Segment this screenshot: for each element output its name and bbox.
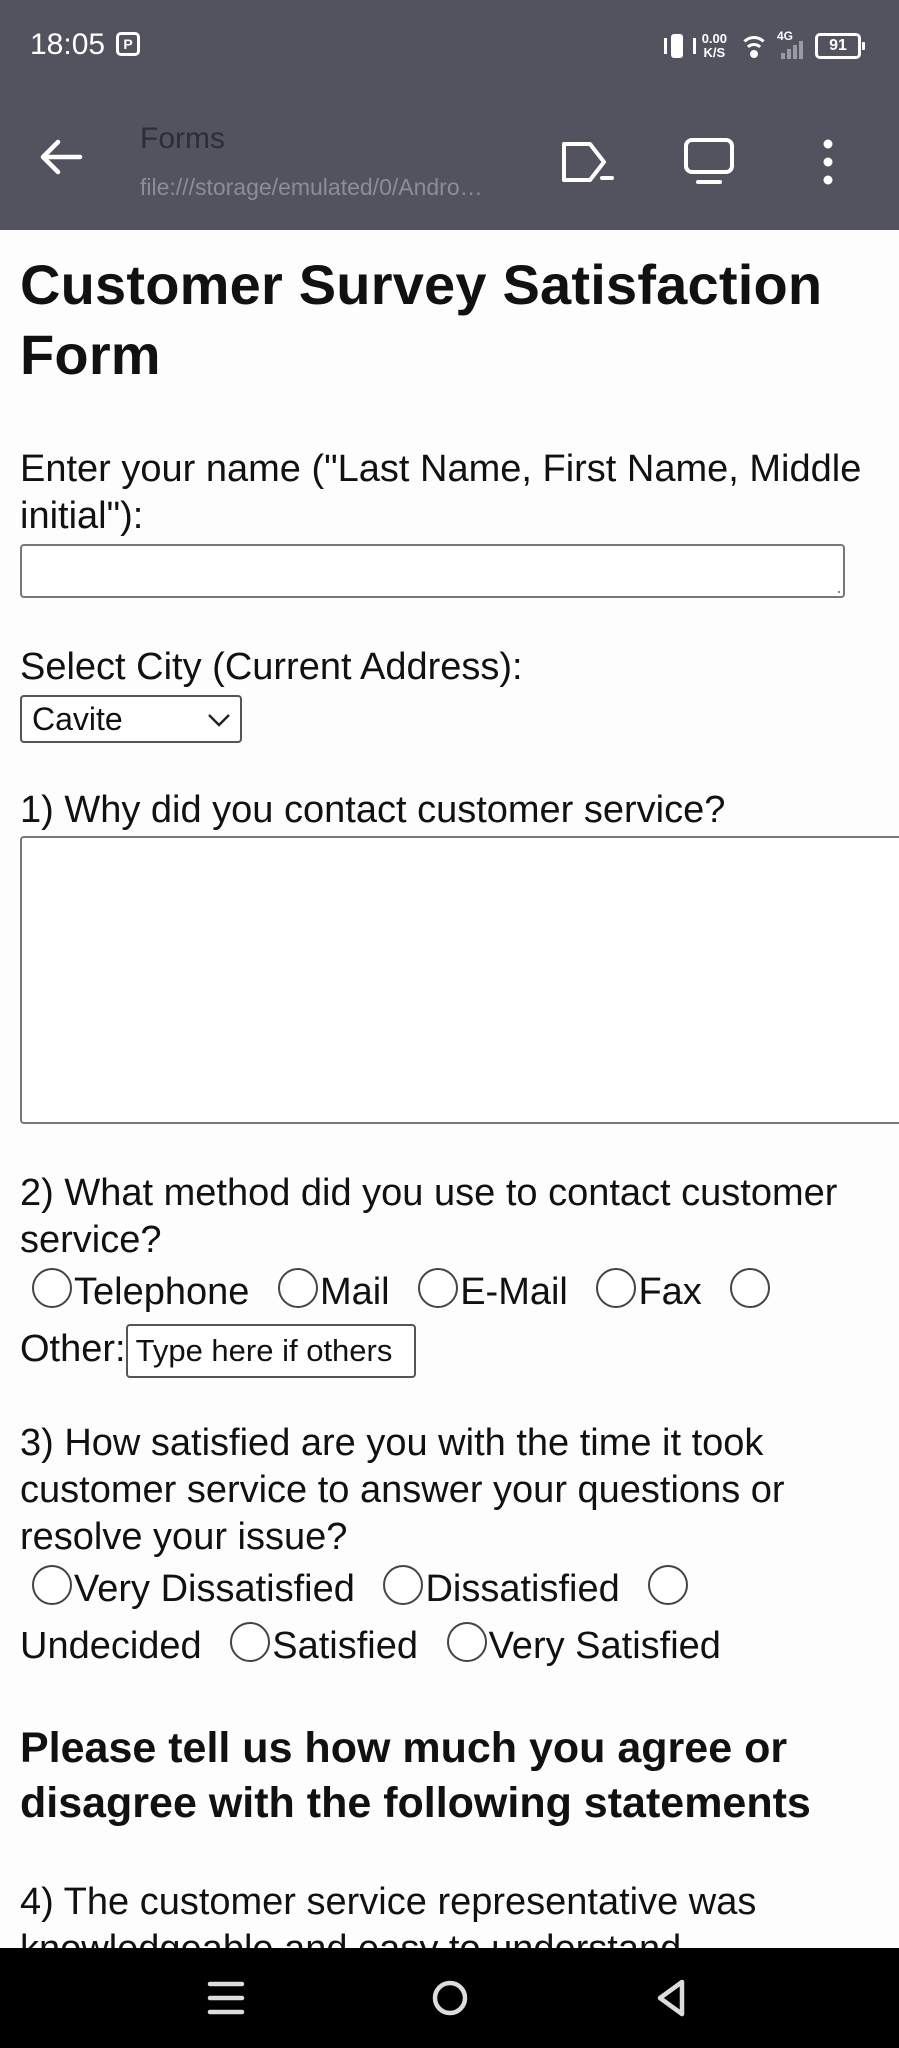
home-button[interactable]: [420, 1972, 480, 2024]
parking-notification-icon: P: [116, 32, 140, 56]
page-title: Customer Survey Satisfaction Form: [20, 253, 823, 386]
radio-telephone[interactable]: [32, 1268, 72, 1308]
open-in-button[interactable]: [556, 132, 618, 192]
radio-fax[interactable]: [596, 1268, 637, 1308]
monitor-icon: [684, 138, 734, 184]
desktop-mode-button[interactable]: [678, 132, 740, 192]
q1-textarea[interactable]: [20, 836, 899, 1124]
home-circle-icon: [432, 1980, 468, 2016]
system-nav-bar: [0, 1948, 899, 2048]
menu-icon: [207, 1981, 245, 2015]
q2-options: Telephone Mail E-Mail Fax Other: Type her…: [20, 1264, 880, 1378]
back-nav-button[interactable]: [642, 1972, 702, 2024]
q4-section: 4) The customer service representative w…: [20, 1879, 880, 1948]
q2-section: 2) What method did you use to contact cu…: [20, 1170, 880, 1378]
radio-very-dissatisfied[interactable]: [32, 1565, 72, 1605]
toolbar-url: file:///storage/emulated/0/Andro…: [140, 174, 483, 200]
page-content: Customer Survey Satisfaction Form Enter …: [0, 230, 899, 1948]
city-selected-value: Cavite: [32, 701, 123, 737]
vibrate-icon: [663, 32, 696, 60]
option-label: Satisfied: [272, 1625, 418, 1667]
name-label: Enter your name ("Last Name, First Name,…: [20, 448, 862, 537]
recents-button[interactable]: [196, 1972, 256, 2024]
other-input[interactable]: Type here if others: [125, 1323, 416, 1378]
status-time: 18:05: [30, 28, 106, 61]
city-section: Select City (Current Address): Cavite: [20, 644, 899, 743]
name-section: Enter your name ("Last Name, First Name,…: [20, 446, 880, 598]
option-label: Very Dissatisfied: [74, 1568, 355, 1610]
wifi-icon: [739, 34, 769, 58]
option-label: Very Satisfied: [488, 1625, 721, 1667]
net-speed-value: 0.00: [701, 31, 727, 46]
net-speed-unit: K/S: [703, 45, 726, 60]
radio-mail[interactable]: [277, 1268, 318, 1308]
q2-label: 2) What method did you use to contact cu…: [20, 1172, 838, 1261]
toolbar-title: Forms: [140, 122, 225, 155]
q3-label: 3) How satisfied are you with the time i…: [20, 1422, 785, 1558]
chevron-down-icon: [208, 714, 230, 727]
option-label: Dissatisfied: [425, 1568, 620, 1610]
radio-very-satisfied[interactable]: [446, 1622, 487, 1662]
other-label: Other:: [20, 1328, 126, 1370]
option-label: Mail: [319, 1271, 390, 1313]
back-button[interactable]: [38, 134, 104, 188]
battery-icon: 91: [815, 33, 865, 59]
name-input[interactable]: [20, 544, 845, 598]
q3-options: Very Dissatisfied Dissatisfied Undecided…: [20, 1561, 880, 1675]
radio-satisfied[interactable]: [230, 1622, 271, 1662]
more-vert-icon: [823, 139, 833, 185]
status-bar: 18:05 P 0.00 K/S 4G 91: [0, 0, 899, 92]
network-type: 4G: [777, 29, 794, 43]
section-heading: Please tell us how much you agree or dis…: [20, 1724, 811, 1827]
cell-signal-icon: 4G: [777, 29, 803, 59]
q4-label: 4) The customer service representative w…: [20, 1881, 757, 1948]
city-label: Select City (Current Address):: [20, 646, 523, 688]
arrow-left-icon: [40, 139, 83, 175]
q1-label: 1) Why did you contact customer service?: [20, 789, 726, 831]
radio-other[interactable]: [730, 1268, 771, 1308]
status-icons: 0.00 K/S 4G 91: [663, 26, 865, 66]
option-label: Undecided: [20, 1625, 202, 1667]
option-label: E-Mail: [460, 1271, 568, 1313]
q3-section: 3) How satisfied are you with the time i…: [20, 1420, 880, 1675]
q1-section: 1) Why did you contact customer service?: [20, 787, 899, 1124]
city-select[interactable]: Cavite: [20, 695, 242, 743]
triangle-back-icon: [657, 1979, 685, 2017]
radio-undecided[interactable]: [648, 1565, 689, 1605]
net-speed: 0.00 K/S: [702, 32, 727, 60]
option-label: Fax: [638, 1271, 702, 1313]
open-in-icon: [562, 142, 614, 182]
radio-dissatisfied[interactable]: [383, 1565, 424, 1605]
app-toolbar: Forms file:///storage/emulated/0/Andro…: [0, 92, 899, 230]
option-label: Telephone: [74, 1271, 250, 1313]
more-options-button[interactable]: [800, 132, 862, 192]
radio-email[interactable]: [418, 1268, 459, 1308]
